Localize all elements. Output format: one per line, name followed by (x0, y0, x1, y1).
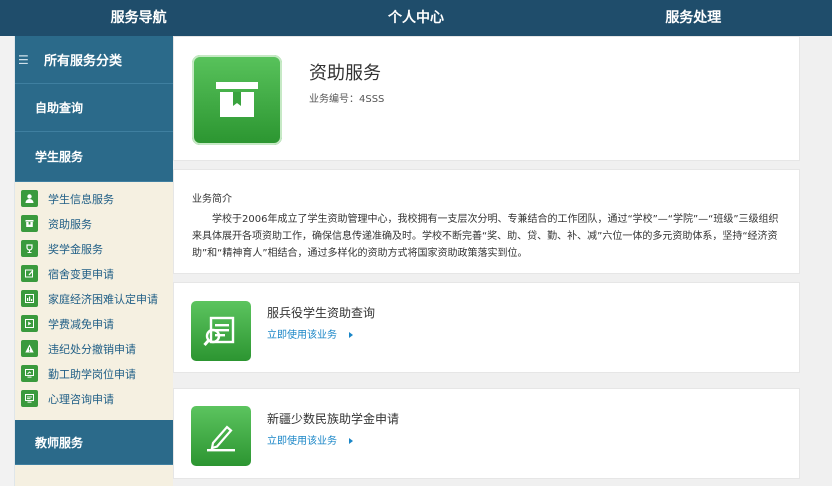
sidebar-item-label: 违纪处分撤销申请 (48, 342, 136, 356)
top-navigation-bar: 服务导航 个人中心 服务处理 (0, 0, 832, 36)
nav-service-processing[interactable]: 服务处理 (555, 0, 832, 36)
sidebar-student-services-list: 学生信息服务 资助服务 奖学金服务 宿舍变更申请 家庭经济困难认定申请 学费减免… (15, 182, 173, 411)
sidebar-item-label: 学生信息服务 (48, 192, 114, 206)
use-service-link[interactable]: 立即使用该业务 (267, 432, 353, 447)
service-card: 新疆少数民族助学金申请 立即使用该业务 (173, 388, 800, 479)
sidebar-item-label: 勤工助学岗位申请 (48, 367, 136, 381)
sidebar-item-student-info[interactable]: 学生信息服务 (15, 186, 173, 211)
sidebar-category-teacher-services[interactable]: 教师服务 (15, 420, 174, 465)
financial-aid-box-icon (192, 55, 282, 145)
use-service-link-label: 立即使用该业务 (267, 330, 337, 341)
service-card-title: 服兵役学生资助查询 (267, 306, 376, 320)
sidebar-category-student-services[interactable]: 学生服务 (15, 132, 173, 182)
service-intro-panel: 业务简介 学校于2006年成立了学生资助管理中心，我校拥有一支层次分明、专兼结合… (173, 169, 800, 274)
sidebar-item-financial-aid[interactable]: 资助服务 (15, 211, 173, 236)
chart-icon (21, 290, 38, 307)
sidebar-item-family-hardship[interactable]: 家庭经济困难认定申请 (15, 286, 173, 311)
sidebar-item-label: 资助服务 (48, 217, 92, 231)
sidebar-item-tuition-reduction[interactable]: 学费减免申请 (15, 311, 173, 336)
arrow-right-icon (349, 438, 353, 444)
sidebar-item-scholarship[interactable]: 奖学金服务 (15, 236, 173, 261)
service-title: 资助服务 (309, 63, 381, 84)
sidebar-item-label: 奖学金服务 (48, 242, 103, 256)
edit-icon (21, 265, 38, 282)
use-service-link-label: 立即使用该业务 (267, 436, 337, 447)
nav-personal-center[interactable]: 个人中心 (277, 0, 554, 36)
box-icon (21, 215, 38, 232)
sidebar-all-categories-label: 所有服务分类 (44, 54, 123, 69)
sidebar-category-self-query[interactable]: 自助查询 (15, 84, 173, 132)
sidebar-item-work-study[interactable]: 勤工助学岗位申请 (15, 361, 173, 386)
sidebar-item-label: 学费减免申请 (48, 317, 114, 331)
intro-body: 学校于2006年成立了学生资助管理中心，我校拥有一支层次分明、专兼结合的工作团队… (192, 214, 779, 259)
sidebar-item-dorm-change[interactable]: 宿舍变更申请 (15, 261, 173, 286)
pen-edit-icon (191, 406, 251, 466)
service-header-panel: 资助服务 业务编号：4SSS (173, 36, 800, 161)
sidebar-item-label: 心理咨询申请 (48, 392, 114, 406)
arrow-right-icon (349, 332, 353, 338)
warning-icon (21, 340, 38, 357)
monitor-icon (21, 365, 38, 382)
trophy-icon (21, 240, 38, 257)
nav-service-navigation[interactable]: 服务导航 (0, 0, 277, 36)
person-icon (21, 190, 38, 207)
sidebar-item-label: 宿舍变更申请 (48, 267, 114, 281)
service-card: 服兵役学生资助查询 立即使用该业务 (173, 282, 800, 373)
use-service-link[interactable]: 立即使用该业务 (267, 326, 353, 341)
main-content: 资助服务 业务编号：4SSS 业务简介 学校于2006年成立了学生资助管理中心，… (173, 36, 832, 486)
sidebar-item-counseling[interactable]: 心理咨询申请 (15, 386, 173, 411)
service-code: 业务编号：4SSS (309, 94, 385, 105)
military-service-query-icon (191, 301, 251, 361)
sidebar-item-label: 家庭经济困难认定申请 (48, 292, 158, 306)
play-icon (21, 315, 38, 332)
service-card-title: 新疆少数民族助学金申请 (267, 412, 400, 426)
sidebar: ☰ 所有服务分类 自助查询 学生服务 学生信息服务 资助服务 奖学金服务 宿舍变… (14, 36, 174, 486)
sidebar-all-categories[interactable]: ☰ 所有服务分类 (15, 36, 173, 84)
intro-heading: 业务简介 (192, 194, 232, 205)
consult-icon (21, 390, 38, 407)
menu-icon: ☰ (18, 52, 29, 67)
sidebar-item-discipline-revoke[interactable]: 违纪处分撤销申请 (15, 336, 173, 361)
